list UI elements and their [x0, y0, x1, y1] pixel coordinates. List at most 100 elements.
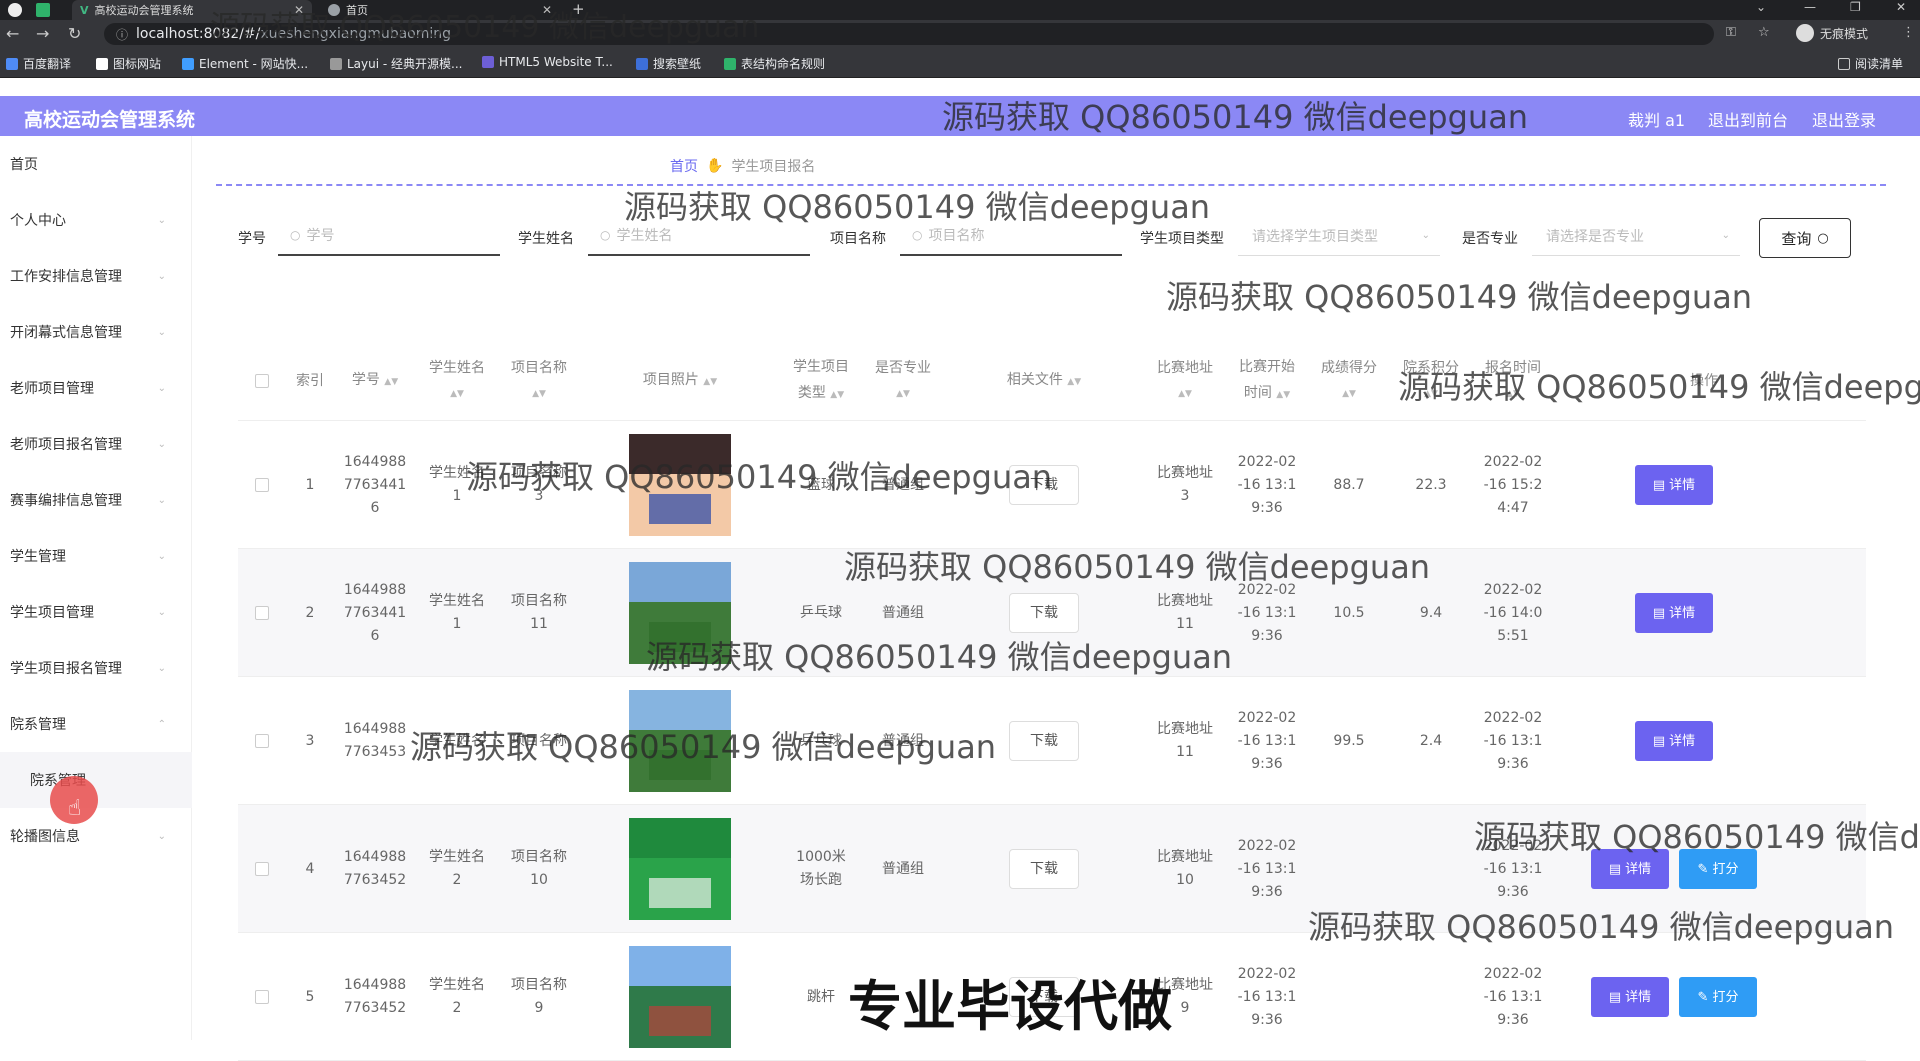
row-checkbox[interactable]: [255, 990, 269, 1004]
col-project-name[interactable]: 项目名称 ▲▼: [498, 341, 580, 421]
bookmark-item[interactable]: 表结构命名规则: [724, 55, 825, 72]
bookmark-item[interactable]: HTML5 Website T...: [482, 55, 613, 69]
project-name-input[interactable]: ○ 项目名称: [900, 216, 1122, 256]
key-icon[interactable]: ⚿: [1726, 25, 1736, 40]
sidebar-item-students[interactable]: 学生管理 ⌄: [0, 528, 192, 584]
sidebar-item-profile[interactable]: 个人中心 ⌄: [0, 192, 192, 248]
to-front-link[interactable]: 退出到前台: [1708, 107, 1788, 131]
header-label: 学生项目: [793, 359, 849, 375]
detail-button[interactable]: ▤ 详情: [1591, 849, 1669, 889]
browser-tab[interactable]: 首页 ✕: [320, 0, 560, 20]
download-button[interactable]: 下载: [1009, 465, 1079, 505]
project-photo[interactable]: [629, 434, 731, 536]
sidebar-item-student-signup[interactable]: 学生项目报名管理 ⌄: [0, 640, 192, 696]
back-icon[interactable]: ←: [6, 24, 19, 43]
sidebar-item-teacher-project[interactable]: 老师项目管理 ⌄: [0, 360, 192, 416]
bookmark-star-icon[interactable]: ☆: [1758, 25, 1770, 40]
logout-link[interactable]: 退出登录: [1812, 107, 1876, 131]
close-tab-icon[interactable]: ✕: [294, 3, 304, 17]
placeholder: 学号: [306, 228, 335, 244]
download-button[interactable]: 下载: [1009, 721, 1079, 761]
cell-text: 9:36: [1251, 627, 1283, 644]
tab-search-icon[interactable]: ⌄: [1756, 0, 1766, 14]
browser-tab-active[interactable]: V 高校运动会管理系统 ✕: [72, 0, 312, 20]
new-tab-icon[interactable]: +: [572, 0, 585, 18]
cell-type: 乒乓球: [780, 549, 862, 677]
sidebar-item-teacher-signup[interactable]: 老师项目报名管理 ⌄: [0, 416, 192, 472]
sidebar-item-ceremony[interactable]: 开闭幕式信息管理 ⌄: [0, 304, 192, 360]
row-checkbox[interactable]: [255, 478, 269, 492]
sidebar-item-department[interactable]: 院系管理 ⌃: [0, 696, 192, 752]
download-button[interactable]: 下载: [1009, 593, 1079, 633]
sheet-icon: [724, 57, 736, 70]
project-photo[interactable]: [629, 690, 731, 792]
header-label: 是否专业: [875, 360, 931, 376]
cell-text: -16 13:1: [1237, 604, 1297, 621]
col-points[interactable]: 院系积分 ▲▼: [1390, 341, 1472, 421]
project-photo[interactable]: [629, 946, 731, 1048]
table-header: 索引 学号 ▲▼ 学生姓名 ▲▼ 项目名称 ▲▼ 项目照片 ▲▼ 学生项目 类型 ▲▼…: [238, 341, 1866, 421]
col-is-pro[interactable]: 是否专业 ▲▼: [862, 341, 944, 421]
col-start-time[interactable]: 比赛开始 时间 ▲▼: [1226, 341, 1308, 421]
bookmark-item[interactable]: 图标网站: [96, 55, 161, 72]
bookmark-item[interactable]: 搜索壁纸: [636, 55, 701, 72]
bookmark-item[interactable]: Element - 网站快...: [182, 55, 308, 72]
incognito-indicator[interactable]: 无痕模式: [1796, 24, 1868, 42]
col-reg-time[interactable]: 报名时间 ▲▼: [1472, 341, 1554, 421]
sidebar-item-home[interactable]: 首页: [0, 136, 192, 192]
select-all-checkbox[interactable]: [255, 374, 269, 388]
cell-text: 1: [452, 616, 462, 632]
bookmark-item[interactable]: 百度翻译: [6, 55, 71, 72]
close-window-icon[interactable]: ✕: [1896, 0, 1906, 14]
bookmark-item[interactable]: Layui - 经典开源模...: [330, 55, 462, 72]
row-checkbox[interactable]: [255, 862, 269, 876]
score-button[interactable]: ✎ 打分: [1679, 849, 1757, 889]
col-files[interactable]: 相关文件 ▲▼: [944, 341, 1144, 421]
sidebar-item-work-plan[interactable]: 工作安排信息管理 ⌄: [0, 248, 192, 304]
detail-button[interactable]: ▤ 详情: [1635, 465, 1713, 505]
chevron-down-icon: ⌄: [157, 438, 166, 450]
detail-button[interactable]: ▤ 详情: [1635, 593, 1713, 633]
minimize-icon[interactable]: —: [1804, 0, 1816, 14]
sidebar-item-student-project[interactable]: 学生项目管理 ⌄: [0, 584, 192, 640]
user-name[interactable]: 裁判 a1: [1628, 107, 1685, 131]
col-address[interactable]: 比赛地址 ▲▼: [1144, 341, 1226, 421]
cell-name: 学生姓名 1: [416, 421, 498, 549]
col-index[interactable]: 索引: [286, 341, 334, 421]
query-button[interactable]: 查询 ○: [1759, 218, 1851, 258]
sort-icon: ▲▼: [1178, 389, 1192, 399]
cell-index: 1: [286, 421, 334, 549]
project-photo[interactable]: [629, 562, 731, 664]
detail-button[interactable]: ▤ 详情: [1591, 977, 1669, 1017]
extension-icon[interactable]: [36, 3, 50, 17]
restore-icon[interactable]: ❐: [1850, 0, 1861, 14]
sidebar-item-schedule[interactable]: 赛事编排信息管理 ⌄: [0, 472, 192, 528]
col-score[interactable]: 成绩得分 ▲▼: [1308, 341, 1390, 421]
sidebar-item-carousel[interactable]: 轮播图信息 ⌄: [0, 808, 192, 864]
col-student-name[interactable]: 学生姓名 ▲▼: [416, 341, 498, 421]
cell-proj: 项目名称 11: [498, 549, 580, 677]
col-project-type[interactable]: 学生项目 类型 ▲▼: [780, 341, 862, 421]
browser-kebab-icon[interactable]: ⋮: [1902, 25, 1915, 40]
student-name-input[interactable]: ○ 学生姓名: [588, 216, 810, 256]
url-field[interactable]: ⓘ localhost:8082/#/xueshengxiangmubaomin…: [104, 23, 1714, 45]
cell-text: 10.5: [1333, 604, 1365, 621]
detail-button[interactable]: ▤ 详情: [1635, 721, 1713, 761]
student-no-input[interactable]: ○ 学号: [278, 216, 500, 256]
row-checkbox[interactable]: [255, 734, 269, 748]
reload-icon[interactable]: ↻: [68, 24, 81, 43]
row-checkbox[interactable]: [255, 606, 269, 620]
project-type-select[interactable]: 请选择学生项目类型 ⌄: [1238, 216, 1440, 256]
download-button[interactable]: 下载: [1009, 849, 1079, 889]
col-student-no[interactable]: 学号 ▲▼: [334, 341, 416, 421]
forward-icon[interactable]: →: [36, 24, 49, 43]
close-tab-icon[interactable]: ✕: [542, 3, 552, 17]
is-pro-select[interactable]: 请选择是否专业 ⌄: [1532, 216, 1740, 256]
breadcrumb-home[interactable]: 首页: [670, 156, 698, 176]
browser-menu-icon[interactable]: [8, 3, 22, 17]
col-project-photo[interactable]: 项目照片 ▲▼: [580, 341, 780, 421]
project-photo[interactable]: [629, 818, 731, 920]
reading-list[interactable]: 阅读清单: [1838, 55, 1903, 72]
score-button[interactable]: ✎ 打分: [1679, 977, 1757, 1017]
bookmark-label: 图标网站: [113, 57, 162, 71]
